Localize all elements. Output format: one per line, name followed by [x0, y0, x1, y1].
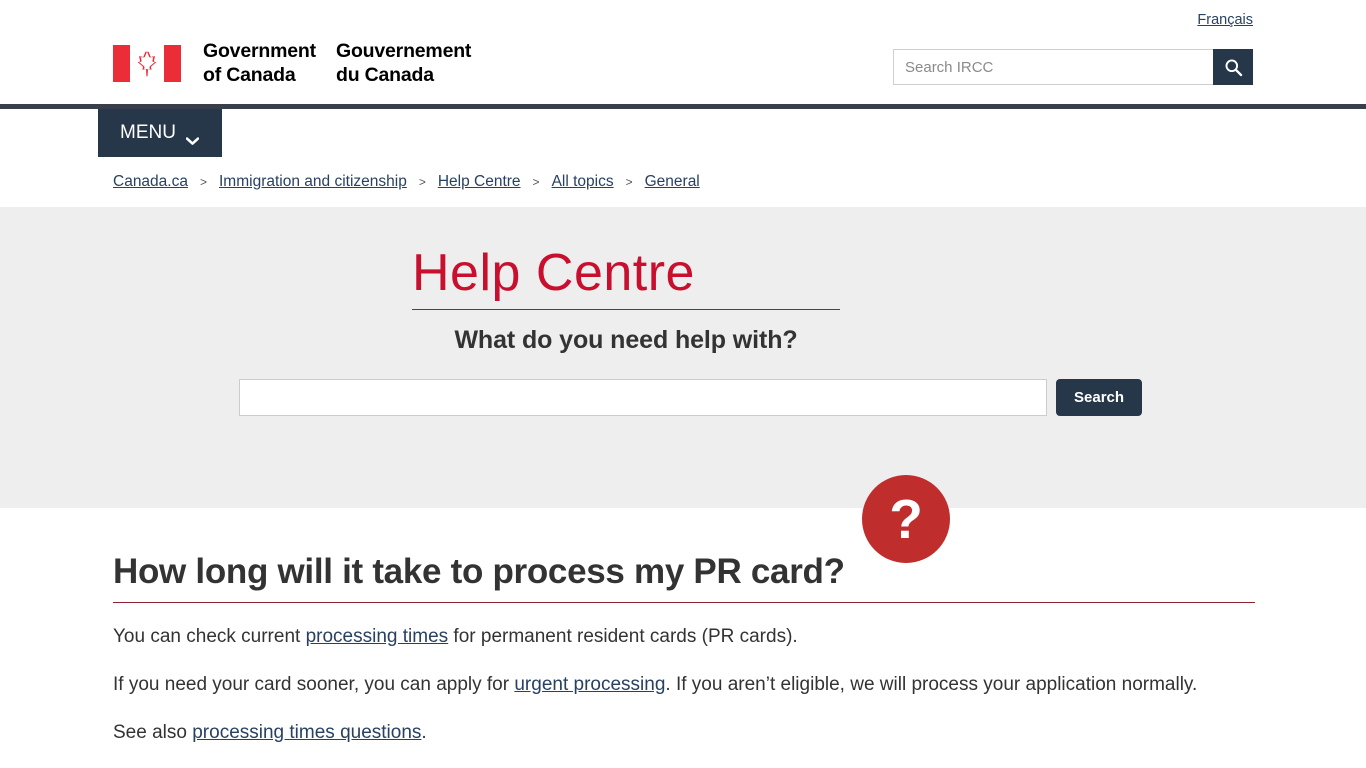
article-body: You can check current processing times f… — [113, 603, 1253, 747]
article-paragraph: You can check current processing times f… — [113, 603, 1238, 651]
breadcrumb-separator: > — [418, 175, 426, 189]
breadcrumb-item-general[interactable]: General — [645, 173, 700, 191]
article-text: If you need your card sooner, you can ap… — [113, 674, 515, 696]
breadcrumb-separator: > — [199, 175, 207, 189]
breadcrumb-item-canada-ca[interactable]: Canada.ca — [113, 173, 188, 191]
canada-flag-icon — [113, 45, 181, 83]
main-menu-bar: MENU — [0, 109, 1366, 159]
breadcrumb-separator: > — [625, 175, 633, 189]
help-centre-search-button[interactable]: Search — [1056, 379, 1143, 416]
language-toggle-link[interactable]: Français — [1197, 12, 1253, 28]
help-centre-title: Help Centre — [412, 247, 840, 310]
site-search-submit-button[interactable] — [1213, 49, 1253, 85]
fip-wordmark: Government of Canada Gouvernement du Can… — [203, 40, 471, 88]
question-mark-circle-icon: ? — [862, 475, 950, 563]
question-mark-glyph: ? — [889, 487, 923, 550]
help-centre-title-block: Help Centre What do you need help with? — [412, 247, 840, 355]
help-centre-search-form: Search — [239, 379, 1143, 416]
breadcrumb-separator: > — [532, 175, 540, 189]
header-inner: Government of Canada Gouvernement du Can… — [0, 0, 1366, 104]
magnifier-icon — [1225, 59, 1242, 76]
article-paragraph: If you need your card sooner, you can ap… — [113, 651, 1238, 699]
chevron-down-icon — [185, 129, 200, 145]
article-text: for permanent resident cards (PR cards). — [448, 626, 798, 647]
global-header: Government of Canada Gouvernement du Can… — [0, 0, 1366, 104]
fip-wordmark-french: Gouvernement du Canada — [336, 40, 471, 88]
article-text: . — [421, 722, 427, 744]
article-text: . If you aren’t eligible, we will proces… — [665, 674, 1198, 696]
help-centre-search-input[interactable] — [239, 379, 1047, 416]
article-paragraph: See also processing times questions. — [113, 699, 1238, 747]
breadcrumb: Canada.ca > Immigration and citizenship … — [0, 159, 1366, 207]
fip-en-line1: Government — [203, 40, 316, 62]
article-link[interactable]: processing times questions — [192, 722, 421, 743]
government-of-canada-signature[interactable]: Government of Canada Gouvernement du Can… — [113, 40, 471, 88]
breadcrumb-item-all-topics[interactable]: All topics — [552, 173, 614, 191]
site-search-input[interactable] — [893, 49, 1213, 85]
help-centre-banner: Help Centre What do you need help with? … — [0, 207, 1366, 563]
main-content: How long will it take to process my PR c… — [0, 508, 1366, 748]
maple-leaf-icon — [137, 51, 157, 77]
flag-right-bar — [164, 45, 181, 83]
article-text: See also — [113, 722, 193, 744]
fip-fr-line2: du Canada — [336, 63, 434, 86]
site-search-form — [893, 49, 1253, 85]
fip-wordmark-english: Government of Canada — [203, 40, 336, 88]
breadcrumb-item-help-centre[interactable]: Help Centre — [438, 173, 521, 191]
fip-en-line2: of Canada — [203, 63, 296, 86]
flag-left-bar — [113, 45, 130, 83]
article-link[interactable]: processing times — [306, 626, 449, 647]
help-centre-banner-inner: Help Centre What do you need help with? … — [0, 207, 1366, 563]
breadcrumb-item-immigration-and-citizenship[interactable]: Immigration and citizenship — [219, 173, 407, 191]
menu-button[interactable]: MENU — [98, 109, 222, 157]
page-title: How long will it take to process my PR c… — [113, 508, 1255, 603]
help-centre-subtitle: What do you need help with? — [454, 326, 798, 354]
article-text: You can check current — [113, 626, 306, 647]
menu-button-label: MENU — [120, 122, 176, 143]
article-link[interactable]: urgent processing — [514, 674, 665, 695]
fip-fr-line1: Gouvernement — [336, 40, 472, 62]
